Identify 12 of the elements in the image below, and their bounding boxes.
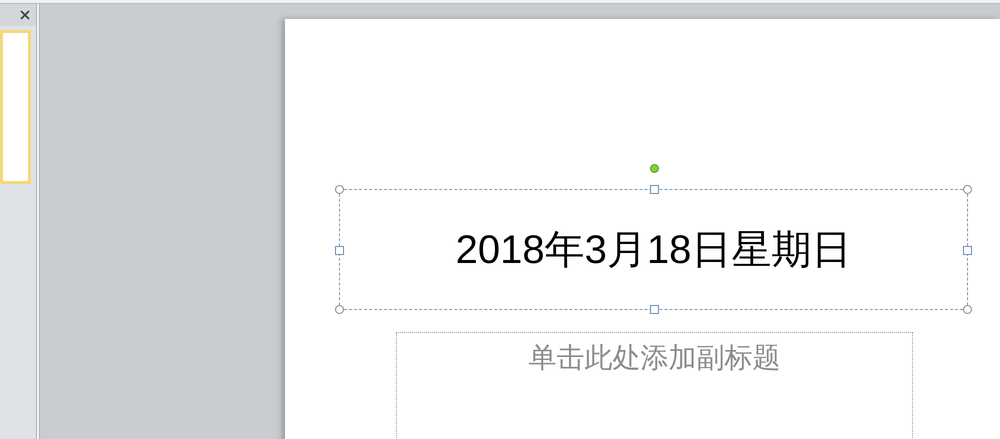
side-resize-handle[interactable] [335,246,344,254]
corner-resize-handle[interactable] [335,185,344,194]
rotation-handle[interactable] [650,164,658,173]
side-resize-handle[interactable] [650,305,658,314]
subtitle-prompt: 单击此处添加副标题 [528,341,780,375]
corner-resize-handle[interactable] [963,185,972,194]
side-resize-handle[interactable] [650,185,658,194]
corner-resize-handle[interactable] [335,305,344,314]
slide-title: 2018年3月18日星期日 [456,226,852,274]
slide-thumbnail[interactable] [0,30,31,184]
side-resize-handle[interactable] [963,246,972,254]
corner-resize-handle[interactable] [963,305,972,314]
